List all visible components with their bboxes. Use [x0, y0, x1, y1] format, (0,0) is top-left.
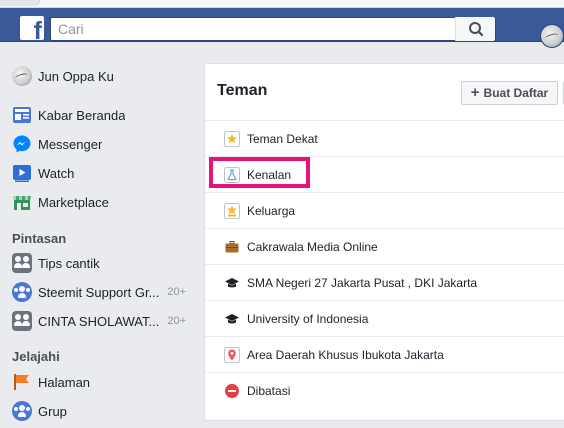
sidebar-item-marketplace[interactable]: Marketplace: [12, 191, 196, 213]
friend-list-row[interactable]: Dibatasi: [205, 373, 564, 409]
friend-list-label: Dibatasi: [247, 384, 291, 398]
briefcase-icon: [225, 241, 239, 253]
sidebar-item-shortcut[interactable]: Steemit Support Gr... 20+: [12, 281, 196, 303]
pages-flag-icon: [12, 372, 32, 392]
sidebar-item-label: Watch: [38, 165, 75, 181]
sidebar-item-label: Marketplace: [38, 194, 109, 210]
sidebar-item-pages[interactable]: Halaman: [12, 371, 196, 393]
location-pin-icon: [224, 347, 240, 363]
sidebar-item-label: Messenger: [38, 136, 103, 152]
marketplace-icon: [12, 192, 32, 212]
friend-list-label: University of Indonesia: [247, 312, 369, 326]
messenger-icon: [12, 134, 32, 154]
friend-list-row[interactable]: Area Daerah Khusus Ibukota Jakarta: [205, 337, 564, 373]
sidebar-item-shortcut[interactable]: Tips cantik: [12, 252, 196, 274]
sidebar-item-label: Grup: [38, 403, 67, 419]
sidebar-item-news-feed[interactable]: Kabar Beranda: [12, 104, 196, 126]
friend-list-row[interactable]: Teman Dekat: [205, 121, 564, 157]
shortcuts-section-title: Pintasan: [12, 231, 67, 246]
profile-avatar[interactable]: [540, 24, 564, 48]
friend-lists-panel: Teman + Buat Daftar Teman Dekat Kenalan …: [204, 63, 564, 421]
graduation-cap-icon: [225, 278, 239, 288]
graduation-cap-icon: [225, 314, 239, 324]
facebook-logo-icon[interactable]: f: [20, 16, 44, 40]
left-sidebar: Jun Oppa Ku Kabar Beranda Messenger Watc…: [0, 42, 196, 428]
browser-tab-edge: [0, 0, 40, 6]
watch-icon: [12, 163, 32, 183]
friend-list-label: Area Daerah Khusus Ibukota Jakarta: [247, 348, 444, 362]
sidebar-item-watch[interactable]: Watch: [12, 162, 196, 184]
sidebar-item-groups[interactable]: Grup: [12, 400, 196, 422]
panel-title: Teman: [217, 82, 268, 99]
profile-name: Jun Oppa Ku: [38, 68, 114, 84]
friend-list-label: Teman Dekat: [247, 132, 318, 146]
search-button[interactable]: [455, 17, 495, 41]
friend-list-row[interactable]: Keluarga: [205, 193, 564, 229]
sidebar-item-shortcut[interactable]: CINTA SHOLAWAT... 20+: [12, 310, 196, 332]
search-icon: [469, 22, 484, 37]
search-input[interactable]: [51, 18, 461, 40]
notification-count: 20+: [167, 315, 186, 327]
group-icon: [12, 253, 32, 273]
restricted-icon: [225, 384, 239, 398]
friend-list-row[interactable]: SMA Negeri 27 Jakarta Pusat , DKI Jakart…: [205, 265, 564, 301]
sidebar-item-messenger[interactable]: Messenger: [12, 133, 196, 155]
create-list-label: Buat Daftar: [483, 86, 549, 100]
house-star-icon: [224, 203, 240, 219]
sidebar-item-label: Steemit Support Gr...: [38, 284, 160, 300]
create-list-button[interactable]: + Buat Daftar: [461, 81, 558, 105]
group-icon: [12, 311, 32, 331]
explore-section-title: Jelajahi: [12, 349, 60, 364]
profile-avatar-small: [12, 66, 32, 86]
sidebar-item-label: Kabar Beranda: [38, 107, 126, 123]
friend-list-label: Keluarga: [247, 204, 296, 218]
browser-top-strip: [0, 0, 564, 8]
sidebar-item-label: Tips cantik: [38, 255, 100, 271]
plus-icon: +: [470, 84, 480, 101]
group-icon: [12, 282, 32, 302]
friend-list-row[interactable]: University of Indonesia: [205, 301, 564, 337]
search-box: [50, 17, 496, 41]
news-feed-icon: [12, 105, 32, 125]
top-navigation-bar: f: [0, 8, 564, 48]
notification-count: 20+: [167, 286, 186, 298]
friend-list-row[interactable]: Cakrawala Media Online: [205, 229, 564, 265]
sidebar-item-profile[interactable]: Jun Oppa Ku: [12, 65, 196, 87]
highlight-box: [209, 157, 310, 188]
star-icon: [224, 131, 240, 147]
friend-list-label: Cakrawala Media Online: [247, 240, 378, 254]
groups-icon: [12, 401, 32, 421]
friend-list-label: SMA Negeri 27 Jakarta Pusat , DKI Jakart…: [247, 276, 478, 290]
sidebar-item-label: Halaman: [38, 374, 91, 390]
sidebar-item-label: CINTA SHOLAWAT...: [38, 313, 160, 329]
